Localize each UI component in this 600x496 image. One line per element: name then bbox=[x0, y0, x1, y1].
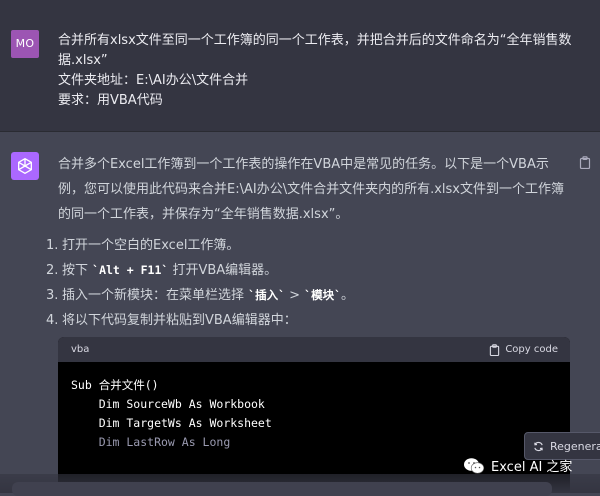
step-item: 2. 按下 `Alt + F11` 打开VBA编辑器。 bbox=[46, 263, 278, 278]
copy-code-button[interactable]: Copy code bbox=[489, 337, 558, 362]
watermark: Excel AI 之家 bbox=[463, 456, 572, 475]
clipboard-icon[interactable] bbox=[579, 154, 591, 173]
watermark-text: Excel AI 之家 bbox=[491, 460, 573, 475]
code-line: Dim TargetWs As Worksheet bbox=[71, 416, 272, 430]
code-language-label: vba bbox=[71, 344, 90, 355]
code-line: Dim SourceWb As Workbook bbox=[71, 397, 265, 411]
openai-logo-icon bbox=[11, 152, 39, 180]
step-list: 1. 打开一个空白的Excel工作簿。 2. 按下 `Alt + F11` 打开VB… bbox=[46, 233, 354, 333]
user-line-1: 合并所有xlsx文件至同一个工作簿的同一个工作表，并把合并后的文件命名为“全年销… bbox=[58, 33, 572, 68]
step-item: 1. 打开一个空白的Excel工作簿。 bbox=[46, 238, 240, 253]
code-line: Sub 合并文件() bbox=[71, 378, 159, 392]
assistant-message: 合并多个Excel工作簿到一个工作表的操作在VBA中是常见的任务。以下是一个VB… bbox=[0, 132, 600, 493]
code-content: Sub 合并文件() Dim SourceWb As Workbook Dim … bbox=[58, 362, 570, 452]
user-line-3: 要求：用VBA代码 bbox=[58, 93, 163, 108]
user-message-text: 合并所有xlsx文件至同一个工作簿的同一个工作表，并把合并后的文件命名为“全年销… bbox=[58, 31, 578, 111]
user-line-2: 文件夹地址：E:\AI办公\文件合并 bbox=[58, 73, 249, 88]
user-message: MO 合并所有xlsx文件至同一个工作簿的同一个工作表，并把合并后的文件命名为“… bbox=[0, 0, 600, 132]
user-avatar: MO bbox=[11, 30, 39, 58]
code-line: Dim LastRow As Long bbox=[71, 435, 231, 449]
inline-code: `模块` bbox=[304, 288, 342, 302]
inline-code: `Alt + F11` bbox=[92, 263, 169, 277]
refresh-icon bbox=[534, 441, 543, 451]
inline-code: `插入` bbox=[248, 288, 285, 302]
wechat-icon bbox=[464, 457, 485, 474]
clipboard-icon bbox=[490, 343, 500, 356]
step-item: 3. 插入一个新模块：在菜单栏选择 `插入` > `模块`。 bbox=[46, 288, 355, 303]
regenerate-label: Regenerat bbox=[550, 439, 600, 453]
message-input[interactable] bbox=[12, 482, 552, 496]
copy-code-label: Copy code bbox=[505, 344, 558, 355]
code-block-header: vba Copy code bbox=[58, 337, 570, 362]
step-item: 4. 将以下代码复制并粘贴到VBA编辑器中： bbox=[46, 313, 297, 328]
assistant-intro-text: 合并多个Excel工作簿到一个工作表的操作在VBA中是常见的任务。以下是一个VB… bbox=[58, 157, 564, 222]
